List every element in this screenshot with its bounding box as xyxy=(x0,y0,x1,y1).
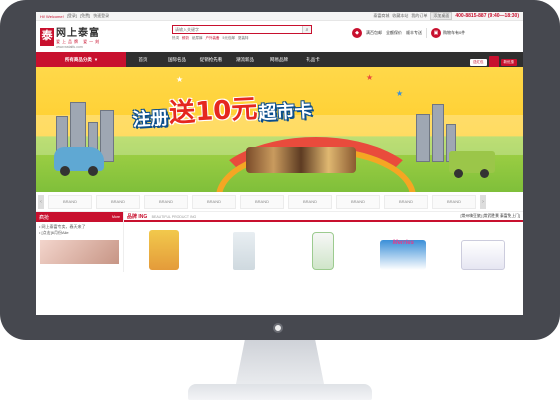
nav-link-giftcard[interactable]: 礼品卡 xyxy=(296,57,330,63)
star-icon: ★ xyxy=(176,75,184,84)
logo-mark-icon: 泰 xyxy=(40,27,54,46)
screen: Hi! Welcome! [登录] [免费] 快速登录 泰富商城 收藏本站 我的… xyxy=(36,12,523,315)
all-categories-button[interactable]: 所有商品分类 ▾ xyxy=(36,52,126,67)
banner-line-1: 注册 xyxy=(131,107,169,131)
toplink-2[interactable]: 我的订单 xyxy=(411,13,427,19)
product-image: Merries xyxy=(380,240,427,270)
monitor-stand-neck xyxy=(236,340,324,384)
header: 泰 网上泰富 爱上品牌 爱一刻 www.wstaifu.com ⌕ 热词 鲜奶 … xyxy=(36,21,523,52)
hot-words: 热词 鲜奶 纸尿裤 户外装备 5元包邮 夏装特 xyxy=(172,36,312,41)
banner-line-3: 超市卡 xyxy=(257,100,313,125)
product-card[interactable] xyxy=(138,228,190,270)
panel-subtitle: BEAUTIFUL PRODUCT ING xyxy=(151,214,197,219)
product-image xyxy=(148,230,179,270)
package-icon: ◆ xyxy=(352,28,362,38)
search-area: ⌕ 热词 鲜奶 纸尿裤 户外装备 5元包邮 夏装特 xyxy=(172,25,312,41)
hot-word[interactable]: 5元包邮 xyxy=(223,36,235,41)
hot-word[interactable]: 纸尿裤 xyxy=(192,36,203,41)
panel-title: 品牌 ING xyxy=(127,213,148,220)
logo-name: 网上泰富 xyxy=(56,28,100,39)
product-image xyxy=(461,240,506,270)
quick-login-link[interactable]: 快速登录 xyxy=(93,13,109,19)
nav-link-home[interactable]: 首页 xyxy=(126,57,160,63)
logo[interactable]: 泰 网上泰富 爱上品牌 爱一刻 www.wstaifu.com xyxy=(40,24,130,49)
service-label: 满百包邮 xyxy=(366,30,382,35)
product-row: Merries xyxy=(124,222,523,270)
search-icon: ⌕ xyxy=(305,26,309,33)
banner-line-2: 送10元 xyxy=(168,94,259,129)
brand-strip: ‹ BRAND BRAND BRAND BRAND BRAND BRAND BR… xyxy=(36,192,523,212)
building-illustration xyxy=(432,104,444,162)
toplink-0[interactable]: 泰富商城 xyxy=(373,13,389,19)
add-desktop-button[interactable]: 添加桌面 xyxy=(430,12,453,20)
logo-url: www.wstaifu.com xyxy=(56,45,83,49)
search-button[interactable]: ⌕ xyxy=(302,26,311,33)
brand-tile[interactable]: BRAND xyxy=(48,194,92,209)
hot-word: 热词 xyxy=(172,36,179,40)
brand-tile[interactable]: BRAND xyxy=(288,194,332,209)
chevron-right-icon[interactable]: › xyxy=(480,194,486,209)
building-illustration xyxy=(416,114,430,162)
hot-word[interactable]: 鲜奶 xyxy=(182,36,189,41)
promo-badge-2: 新优惠 xyxy=(500,59,517,66)
brand-tile[interactable]: BRAND xyxy=(144,194,188,209)
nav-link-new[interactable]: 潮流新品 xyxy=(228,57,262,63)
truck-illustration xyxy=(449,151,495,178)
product-image xyxy=(232,232,255,270)
content-area: 疯抢 More • 网上泰富专卖，春天来了 • [点击]6月份Alie 品牌 I… xyxy=(36,212,523,272)
brand-products-panel: 品牌 ING BEAUTIFUL PRODUCT ING [常州嗨豆旅] [常武… xyxy=(124,212,523,272)
product-image xyxy=(312,232,335,270)
main-nav: 所有商品分类 ▾ 首页 国际名品 促销抢先看 潮流新品 网易品牌 礼品卡 送红包… xyxy=(36,52,523,71)
login-link[interactable]: [登录] xyxy=(67,13,77,19)
product-thumbnail[interactable] xyxy=(40,240,119,264)
news-item[interactable]: • [点击]6月份Alie xyxy=(39,230,120,236)
brand-tile[interactable]: BRAND xyxy=(336,194,380,209)
cart-icon: ▣ xyxy=(431,28,441,38)
hotline: 400-8815-887 (9:40—18:30) xyxy=(455,13,519,19)
product-card[interactable] xyxy=(218,228,270,270)
register-link[interactable]: [免费] xyxy=(80,13,90,19)
brand-tile[interactable]: BRAND xyxy=(192,194,236,209)
brand-tile[interactable]: BRAND xyxy=(432,194,476,209)
brand-tile[interactable]: BRAND xyxy=(240,194,284,209)
hot-word[interactable]: 夏装特 xyxy=(238,36,249,41)
monitor-stand-base xyxy=(188,384,372,400)
nav-link-brand[interactable]: 网易品牌 xyxy=(262,57,296,63)
top-bar: Hi! Welcome! [登录] [免费] 快速登录 泰富商城 收藏本站 我的… xyxy=(36,12,523,21)
cart-button[interactable]: ▣ 购物车有0件 xyxy=(426,28,465,38)
more-link[interactable]: More xyxy=(112,215,120,219)
welcome-text: Hi! Welcome! xyxy=(40,13,64,19)
hero-banner[interactable]: ★ ★ ★ 注册 送10元 超市卡 xyxy=(36,67,523,192)
star-icon: ★ xyxy=(366,73,374,82)
hot-word[interactable]: 户外装备 xyxy=(206,36,220,41)
brand-tile[interactable]: BRAND xyxy=(384,194,428,209)
product-card[interactable] xyxy=(457,228,509,270)
toplink-1[interactable]: 收藏本站 xyxy=(392,13,408,19)
nav-link-intl[interactable]: 国际名品 xyxy=(160,57,194,63)
star-icon: ★ xyxy=(396,89,404,98)
service-label: 顺丰专送 xyxy=(406,30,422,35)
product-card[interactable]: Merries xyxy=(377,228,429,270)
promo-badge: 送红包 xyxy=(470,59,487,66)
announcement-ticker[interactable]: [常州嗨豆旅] [常武胜景 泰富免上门] xyxy=(461,214,521,219)
flash-sale-panel: 疯抢 More • 网上泰富专卖，春天来了 • [点击]6月份Alie xyxy=(36,212,124,272)
nav-link-promo[interactable]: 促销抢先看 xyxy=(194,57,228,63)
search-input[interactable] xyxy=(173,26,302,33)
cart-label: 购物车有0件 xyxy=(443,30,466,35)
chevron-left-icon[interactable]: ‹ xyxy=(38,194,44,209)
brand-tile[interactable]: BRAND xyxy=(96,194,140,209)
chevron-down-icon: ▾ xyxy=(94,56,98,62)
car-illustration xyxy=(54,147,104,176)
power-button[interactable] xyxy=(273,323,283,333)
category-label: 所有商品分类 xyxy=(64,56,92,62)
grocery-goods-illustration xyxy=(246,147,356,173)
service-badges: ◆ 满百包邮 全额保价 顺丰专送 ▣ 购物车有0件 xyxy=(352,28,465,38)
panel-title: 疯抢 xyxy=(39,214,50,221)
product-brand-label: Merries xyxy=(392,240,414,246)
service-label: 全额保价 xyxy=(386,30,402,35)
product-card[interactable] xyxy=(297,228,349,270)
